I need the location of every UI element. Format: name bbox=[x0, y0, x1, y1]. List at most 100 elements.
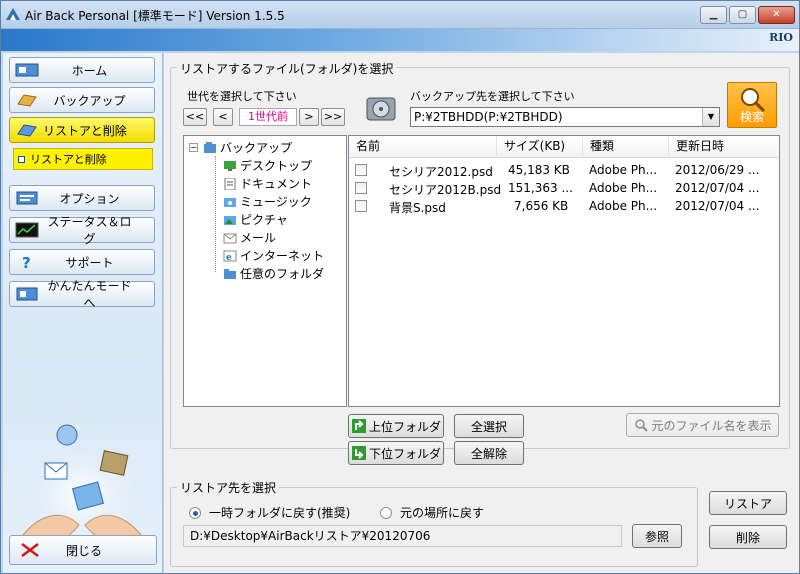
deselect-all-button[interactable]: 全解除 bbox=[454, 441, 524, 465]
file-type: Adobe Ph... bbox=[589, 163, 658, 177]
column-header-date[interactable]: 更新日時 bbox=[669, 136, 779, 158]
file-row[interactable]: 背景S.psd 7,656 KB Adobe Ph... 2012/07/04 … bbox=[349, 198, 779, 215]
column-header-type[interactable]: 種類 bbox=[583, 136, 669, 158]
tree-item-documents[interactable]: ドキュメント bbox=[223, 175, 312, 192]
generation-label: 世代を選択して下さい bbox=[187, 90, 297, 103]
radio-temp-label: 一時フォルダに戻す(推奨) bbox=[209, 506, 351, 520]
close-app-button[interactable]: 閉じる bbox=[9, 535, 157, 565]
sidebar-item-backup[interactable]: バックアップ bbox=[9, 87, 155, 113]
file-checkbox[interactable] bbox=[355, 200, 367, 212]
file-date: 2012/06/29 ... bbox=[675, 163, 760, 177]
sidebar-item-options[interactable]: オプション bbox=[9, 185, 155, 211]
brand-logo: RIO bbox=[769, 31, 793, 44]
internet-icon: e bbox=[223, 250, 237, 262]
prev-generation-button[interactable]: < bbox=[213, 108, 233, 126]
sidebar-item-restore[interactable]: リストアと削除 bbox=[9, 117, 155, 143]
mail-icon bbox=[223, 233, 237, 243]
radio-original-location[interactable]: 元の場所に戻す bbox=[380, 504, 484, 521]
tree-item-pictures[interactable]: ピクチャ bbox=[223, 211, 288, 228]
search-button[interactable]: 検索 bbox=[727, 82, 777, 128]
main-panel: リストアするファイル(フォルダ)を選択 世代を選択して下さい << < 1世代前… bbox=[164, 53, 799, 573]
file-type: Adobe Ph... bbox=[589, 199, 658, 213]
tree-item-music[interactable]: ミュージック bbox=[223, 193, 312, 210]
delete-button[interactable]: 削除 bbox=[709, 525, 787, 549]
svg-text:e: e bbox=[226, 253, 232, 262]
sidebar-item-status[interactable]: ステータス＆ログ bbox=[9, 215, 155, 246]
folder-tree[interactable]: − バックアップ デスクトップ ドキュメント ミュージック ピクチャ メール e… bbox=[183, 135, 347, 407]
radio-temp-folder[interactable]: 一時フォルダに戻す(推奨) bbox=[189, 504, 350, 521]
radio-indicator bbox=[189, 506, 201, 519]
next-generation-button[interactable]: > bbox=[299, 108, 319, 126]
file-row[interactable]: セシリア2012.psd 45,183 KB Adobe Ph... 2012/… bbox=[349, 162, 779, 179]
file-size: 7,656 KB bbox=[514, 199, 569, 213]
tree-item-backup[interactable]: バックアップ bbox=[203, 139, 292, 156]
tree-item-label: 任意のフォルダ bbox=[240, 267, 325, 281]
tree-item-label: ピクチャ bbox=[240, 213, 288, 227]
tree-item-label: インターネット bbox=[240, 249, 325, 263]
desktop-icon bbox=[224, 160, 236, 171]
app-icon bbox=[6, 8, 20, 20]
options-icon bbox=[16, 191, 38, 205]
sidebar-item-home[interactable]: ホーム bbox=[9, 57, 155, 83]
collapse-toggle[interactable]: − bbox=[189, 143, 198, 152]
last-generation-button[interactable]: >> bbox=[321, 108, 345, 126]
sidebar-item-label: かんたんモードへ bbox=[47, 279, 132, 310]
show-original-name-button[interactable]: 元のファイル名を表示 bbox=[626, 413, 779, 437]
tree-item-custom-folder[interactable]: 任意のフォルダ bbox=[223, 265, 324, 282]
backup-icon bbox=[17, 94, 37, 107]
tree-item-mail[interactable]: メール bbox=[223, 229, 276, 246]
sidebar-item-label: バックアップ bbox=[53, 93, 126, 108]
arrow-down-icon bbox=[351, 446, 366, 460]
destination-value: P:¥2TBHDD(P:¥2TBHDD) bbox=[414, 110, 563, 124]
down-folder-button[interactable]: 下位フォルダ bbox=[348, 441, 444, 465]
search-label: 検索 bbox=[739, 110, 764, 124]
sidebar-subitem-label: リストアと削除 bbox=[30, 153, 107, 166]
file-size: 45,183 KB bbox=[508, 163, 570, 177]
folder-icon bbox=[224, 268, 236, 279]
column-header-name[interactable]: 名前 bbox=[349, 136, 497, 158]
tree-item-internet[interactable]: e インターネット bbox=[223, 247, 324, 264]
file-checkbox[interactable] bbox=[355, 164, 367, 176]
sidebar-item-support[interactable]: ? サポート bbox=[9, 249, 155, 275]
close-window-button[interactable]: ✕ bbox=[758, 6, 795, 24]
file-list-header: 名前 サイズ(KB) 種類 更新日時 bbox=[349, 136, 779, 158]
radio-indicator bbox=[380, 506, 392, 519]
header-band: RIO bbox=[1, 29, 799, 51]
tree-item-label: メール bbox=[240, 231, 277, 245]
browse-button[interactable]: 参照 bbox=[632, 524, 682, 548]
sidebar-item-easy-mode[interactable]: かんたんモードへ bbox=[9, 279, 155, 310]
restore-path-field[interactable]: D:¥Desktop¥AirBackリストア¥20120706 bbox=[183, 525, 622, 547]
show-original-name-label: 元のファイル名を表示 bbox=[651, 418, 772, 433]
up-folder-button[interactable]: 上位フォルダ bbox=[348, 414, 444, 438]
maximize-button[interactable]: ▢ bbox=[729, 6, 756, 24]
restore-button[interactable]: リストア bbox=[709, 491, 787, 515]
file-row[interactable]: セシリア2012B.psd 151,363 ... Adobe Ph... 20… bbox=[349, 180, 779, 197]
home-icon bbox=[15, 63, 39, 77]
sidebar-subitem-restore[interactable]: リストアと削除 bbox=[13, 148, 153, 170]
file-checkbox[interactable] bbox=[355, 182, 367, 194]
close-x-icon bbox=[21, 543, 39, 557]
radio-original-label: 元の場所に戻す bbox=[400, 506, 485, 520]
minimize-button[interactable]: ▁ bbox=[700, 6, 727, 24]
tree-connector bbox=[215, 156, 216, 272]
tree-item-label: ミュージック bbox=[240, 195, 312, 209]
tree-item-label: バックアップ bbox=[220, 141, 293, 155]
select-all-button[interactable]: 全選択 bbox=[454, 414, 524, 438]
file-size: 151,363 ... bbox=[508, 181, 573, 195]
column-header-size[interactable]: サイズ(KB) bbox=[497, 136, 583, 158]
title-bar: Air Back Personal [標準モード] Version 1.5.5 … bbox=[1, 1, 799, 29]
tree-item-label: ドキュメント bbox=[240, 177, 313, 191]
destination-select[interactable]: P:¥2TBHDD(P:¥2TBHDD) ▼ bbox=[410, 107, 720, 127]
chevron-down-icon: ▼ bbox=[702, 108, 719, 126]
file-list[interactable]: 名前 サイズ(KB) 種類 更新日時 セシリア2012.psd 45,183 K… bbox=[348, 135, 780, 407]
tree-item-desktop[interactable]: デスクトップ bbox=[223, 157, 312, 174]
file-type: Adobe Ph... bbox=[589, 181, 658, 195]
file-name: セシリア2012.psd bbox=[389, 165, 493, 179]
documents-icon bbox=[224, 177, 236, 190]
restore-icon bbox=[17, 124, 37, 137]
down-folder-label: 下位フォルダ bbox=[368, 446, 441, 461]
help-icon: ? bbox=[22, 254, 31, 270]
file-date: 2012/07/04 ... bbox=[675, 181, 760, 195]
first-generation-button[interactable]: << bbox=[183, 108, 207, 126]
app-window: Air Back Personal [標準モード] Version 1.5.5 … bbox=[0, 0, 800, 574]
